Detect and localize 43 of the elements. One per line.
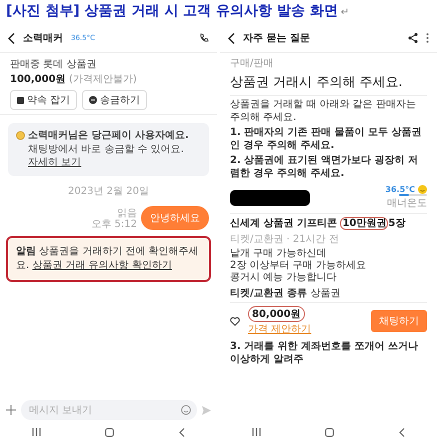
home-icon[interactable] (325, 428, 334, 436)
action-button[interactable]: 송금하기 (82, 90, 148, 110)
product-meta: 티켓/교환권 · 21시간 전 (230, 233, 340, 246)
page-title: 자주 묻는 질문 (243, 32, 310, 45)
heart-icon[interactable] (230, 316, 240, 326)
home-icon[interactable] (105, 428, 114, 436)
message-bubble: 안녕하세요 (141, 206, 209, 230)
faq-intro: 상품권을 거래할 때 아래와 같은 판매자는 주의해 주세요. (230, 99, 417, 124)
back-icon[interactable] (8, 32, 15, 44)
caution-point: 1. 판매자의 기존 판매 물품이 모두 상품권인 경우 주의해 주세요. (230, 127, 423, 152)
phone-icon[interactable] (199, 33, 209, 43)
product-title: 신세계 상품권 기프티콘 10만원권 5장 (230, 216, 406, 230)
recent-apps-icon[interactable] (32, 428, 42, 436)
chat-partner-name: 소력매커 (23, 32, 63, 45)
message-field[interactable]: 메시지 보내기 (21, 400, 197, 420)
smiley-icon (418, 185, 427, 194)
listing-status: 판매중 롯데 상품권 (10, 58, 98, 71)
return-mark: ↵ (340, 7, 350, 18)
chat-date: 2023년 2월 20일 (67, 184, 150, 198)
share-icon[interactable] (408, 33, 418, 43)
caution-point: 3. 거래를 위한 계좌번호를 쪼개어 쓰거나 이상하게 알려주 (230, 341, 420, 366)
recent-apps-icon[interactable] (252, 428, 262, 436)
caption: [사진 첨부] 상품권 거래 시 고객 유의사항 발송 화면 (6, 2, 338, 20)
back-icon[interactable] (228, 32, 235, 44)
listing-price: 100,000원 (가격제안불가) (10, 73, 138, 86)
faq-category: 구매/판매 (230, 57, 274, 70)
action-button[interactable]: 약속 잡기 (10, 90, 78, 110)
plus-icon[interactable] (6, 405, 16, 415)
alert-message: 알림 상품권을 거래하기 전에 확인해주세요. 상품권 거래 유의사항 확인하기 (8, 238, 209, 280)
temperature-label: 매너온도 (387, 197, 427, 210)
manner-temperature: 36.5°C (385, 185, 415, 194)
guidelines-link[interactable]: 상품권 거래 유의사항 확인하기 (32, 260, 172, 270)
emoji-icon[interactable] (181, 405, 191, 415)
message-time: 오후 5:12 (91, 218, 137, 230)
more-icon[interactable] (426, 33, 429, 43)
faq-title: 상품권 거래시 주의해 주세요. (230, 73, 427, 96)
pay-notice: 소력매커님은 당근페이 사용자예요. 채팅방에서 바로 송금할 수 있어요. 자세히 보기 (28, 129, 190, 170)
product-price: 80,000원 (248, 306, 305, 322)
caution-point: 2. 상품권에 표기된 액면가보다 굉장히 저렴한 경우 주의해 주세요. (230, 155, 420, 180)
product-type: 티켓/교환권 종류 상품권 (230, 287, 342, 300)
details-link[interactable]: 자세히 보기 (28, 157, 82, 168)
product-description: 낱개 구매 가능하신데 2장 이상부터 구매 가능하세요 콩거시 예능 가능합니다 (230, 248, 367, 284)
read-receipt: 읽음 (117, 208, 137, 218)
